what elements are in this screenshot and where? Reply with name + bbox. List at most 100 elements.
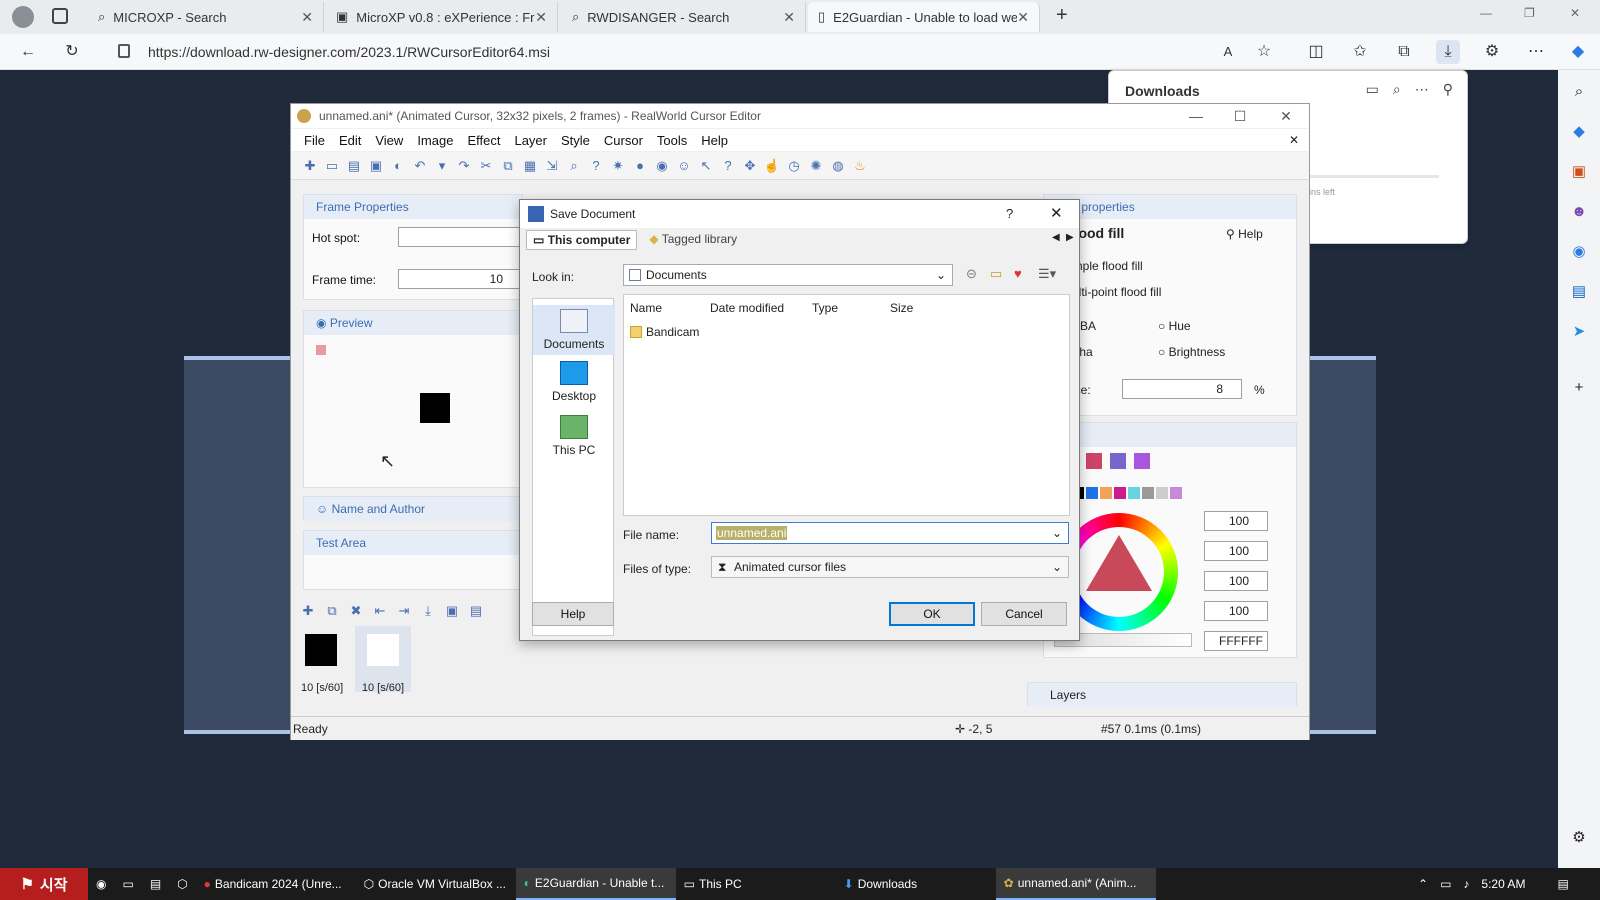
people-icon[interactable]: ☻	[1567, 200, 1591, 224]
more-icon[interactable]: ⋯	[1524, 40, 1548, 64]
frame-thumb[interactable]: 10 [s/60]	[355, 626, 411, 694]
settings-icon[interactable]: ⚙	[1567, 826, 1591, 850]
file-name-input[interactable]: unnamed.ani ⌄	[711, 522, 1069, 544]
quicklaunch-folder-icon[interactable]: ▭	[114, 868, 141, 900]
preview-heading[interactable]: ◉ Preview	[304, 311, 522, 335]
sound-icon[interactable]: ◐	[389, 157, 407, 175]
close-icon[interactable]: ✕	[301, 9, 313, 26]
fire-icon[interactable]: ♨	[851, 157, 869, 175]
dropdown-icon[interactable]: ▾	[433, 157, 451, 175]
toolbox-icon[interactable]: ▣	[1567, 160, 1591, 184]
duplicate-frame-icon[interactable]: ⧉	[323, 602, 341, 620]
more-icon[interactable]: ⋯	[1415, 81, 1429, 98]
brightness-radio[interactable]: ○ Brightness	[1158, 345, 1225, 359]
help-icon[interactable]: ?	[587, 157, 605, 175]
tab-scroll-left-icon[interactable]: ◀	[1052, 232, 1060, 243]
close-icon[interactable]: ✕	[783, 9, 795, 26]
close-window-button[interactable]: ✕	[1570, 6, 1580, 20]
menu-layer[interactable]: Layer	[507, 133, 554, 148]
name-author-heading[interactable]: ☺ Name and Author	[304, 497, 522, 521]
column-date-modified[interactable]: Date modified	[710, 301, 784, 315]
quicklaunch-notepad-icon[interactable]: ▤	[142, 868, 169, 900]
menu-help[interactable]: Help	[694, 133, 735, 148]
fill-heading[interactable]: Fill	[1044, 423, 1296, 447]
frame-properties-icon[interactable]: ▤	[467, 602, 485, 620]
files-of-type-select[interactable]: ⧗ Animated cursor files ⌄	[711, 556, 1069, 578]
menu-effect[interactable]: Effect	[460, 133, 507, 148]
clock[interactable]: 5:20 AM	[1481, 877, 1525, 891]
undo-icon[interactable]: ↶	[411, 157, 429, 175]
tag-icon[interactable]: ◆	[1567, 120, 1591, 144]
menu-image[interactable]: Image	[410, 133, 460, 148]
chevron-up-icon[interactable]: ⌃	[1418, 877, 1428, 891]
circle-icon[interactable]: ●	[631, 157, 649, 175]
hand-icon[interactable]: ☝	[763, 157, 781, 175]
office-icon[interactable]: ◉	[1567, 240, 1591, 264]
radial-fill-swatch[interactable]	[1134, 453, 1150, 469]
place-desktop[interactable]: Desktop	[533, 361, 615, 403]
taskbar-item-downloads[interactable]: ⬇ Downloads	[836, 868, 996, 900]
copilot-icon[interactable]: ◆	[1566, 40, 1590, 64]
tab-microxp-experience[interactable]: ▣ MicroXP v0.8 : eXPerience : Free ✕	[326, 2, 558, 32]
tab-microxp-search[interactable]: ⌕ MICROXP - Search ✕	[88, 2, 324, 32]
maximize-button[interactable]: ☐	[1225, 104, 1255, 128]
place-this-pc[interactable]: This PC	[533, 415, 615, 457]
taskbar-item-virtualbox[interactable]: ⬡ Oracle VM VirtualBox ...	[356, 868, 516, 900]
move-icon[interactable]: ✥	[741, 157, 759, 175]
pointer-icon[interactable]: ↖	[697, 157, 715, 175]
channel-input-4[interactable]: 100	[1204, 601, 1268, 621]
copy-icon[interactable]: ⧉	[499, 157, 517, 175]
paste-icon[interactable]: ▦	[521, 157, 539, 175]
help-cursor-icon[interactable]: ?	[719, 157, 737, 175]
menu-tools[interactable]: Tools	[650, 133, 694, 148]
frame-thumb[interactable]: 10 [s/60]	[301, 630, 343, 694]
tab-this-computer[interactable]: ▭ This computer	[526, 230, 638, 250]
frame-import-icon[interactable]: ▣	[443, 602, 461, 620]
minimize-button[interactable]: —	[1181, 104, 1211, 128]
menu-file[interactable]: File	[297, 133, 332, 148]
hue-radio[interactable]: ○ Hue	[1158, 319, 1191, 333]
tolerance-input[interactable]: 8	[1122, 379, 1242, 399]
channel-input-1[interactable]: 100	[1204, 511, 1268, 531]
downloads-icon[interactable]: ⤓	[1436, 40, 1460, 64]
column-type[interactable]: Type	[812, 301, 838, 315]
column-size[interactable]: Size	[890, 301, 913, 315]
refresh-button[interactable]: ↻	[60, 40, 84, 64]
test-area-heading[interactable]: Test Area	[304, 531, 522, 555]
profile-icon[interactable]	[12, 6, 34, 28]
menu-cursor[interactable]: Cursor	[597, 133, 650, 148]
close-button[interactable]: ✕	[1271, 104, 1301, 128]
tab-rwdisanger-search[interactable]: ⌕ RWDISANGER - Search ✕	[562, 2, 806, 32]
tool-properties-heading[interactable]: Tool properties	[1044, 195, 1296, 219]
favorite-star-icon[interactable]: ☆	[1252, 40, 1276, 64]
close-icon[interactable]: ✕	[1017, 9, 1029, 26]
tool-help-button[interactable]: ⚲ Help	[1226, 227, 1263, 241]
notification-icon[interactable]: ▤	[1557, 877, 1568, 891]
zoom-icon[interactable]: ⌕	[565, 157, 583, 175]
list-item[interactable]: Bandicam	[630, 325, 699, 339]
quicklaunch-chrome-icon[interactable]: ◉	[88, 868, 114, 900]
new-tab-button[interactable]: +	[1056, 4, 1068, 27]
send-icon[interactable]: ➤	[1567, 320, 1591, 344]
tab-scroll-right-icon[interactable]: ▶	[1066, 232, 1074, 243]
place-documents[interactable]: Documents	[533, 305, 615, 355]
chevron-down-icon[interactable]: ⌄	[1052, 523, 1062, 543]
cut-icon[interactable]: ✂	[477, 157, 495, 175]
menu-edit[interactable]: Edit	[332, 133, 368, 148]
frame-time-input[interactable]: 10	[398, 269, 522, 289]
ok-button[interactable]: OK	[889, 602, 975, 626]
volume-icon[interactable]: ♪	[1463, 877, 1469, 891]
new-folder-icon[interactable]: ▭	[990, 266, 1002, 282]
color-triangle[interactable]	[1086, 535, 1152, 591]
menu-style[interactable]: Style	[554, 133, 597, 148]
open-icon[interactable]: ▭	[323, 157, 341, 175]
taskbar-item-cursor-editor[interactable]: ✿ unnamed.ani* (Anim...	[995, 868, 1156, 900]
tab-tagged-library[interactable]: ◆ Tagged library	[643, 230, 743, 250]
palette-cyan[interactable]	[1128, 487, 1140, 499]
frame-export-icon[interactable]: ⤓	[419, 602, 437, 620]
tab-actions-icon[interactable]	[52, 8, 68, 24]
tab-e2guardian[interactable]: ▯ E2Guardian - Unable to load web ✕	[808, 2, 1040, 32]
menu-view[interactable]: View	[368, 133, 410, 148]
read-aloud-icon[interactable]: A	[1216, 40, 1240, 64]
globe-icon[interactable]: ◍	[829, 157, 847, 175]
